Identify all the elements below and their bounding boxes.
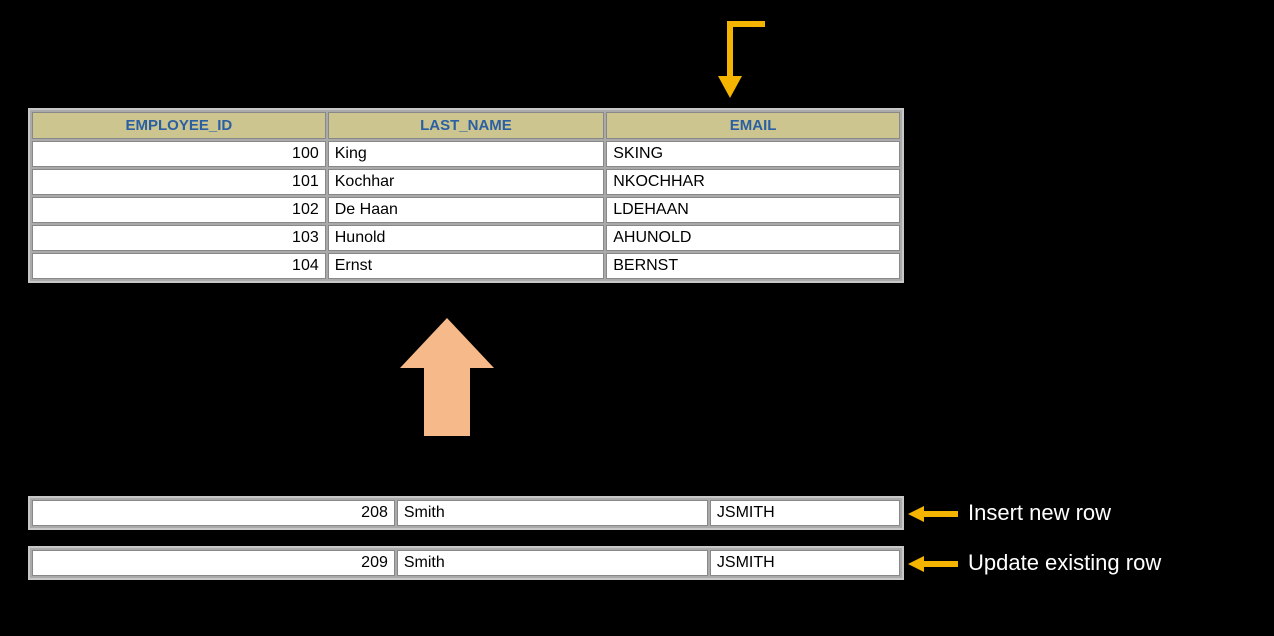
insert-row-table: 208 Smith JSMITH: [28, 496, 904, 530]
cell-email: JSMITH: [710, 550, 900, 576]
cell-employee-id: 101: [32, 169, 326, 195]
cell-last-name: Kochhar: [328, 169, 604, 195]
cell-email: LDEHAAN: [606, 197, 900, 223]
table-row: 209 Smith JSMITH: [32, 550, 900, 576]
update-row-table: 209 Smith JSMITH: [28, 546, 904, 580]
table-row: 101 Kochhar NKOCHHAR: [32, 169, 900, 195]
cell-email: NKOCHHAR: [606, 169, 900, 195]
cell-last-name: De Haan: [328, 197, 604, 223]
employees-table: EMPLOYEE_ID LAST_NAME EMAIL 100 King SKI…: [28, 108, 904, 283]
col-header-last-name: LAST_NAME: [328, 112, 604, 139]
table-row: 104 Ernst BERNST: [32, 253, 900, 279]
cell-employee-id: 103: [32, 225, 326, 251]
cell-employee-id: 208: [32, 500, 395, 526]
cell-employee-id: 100: [32, 141, 326, 167]
cell-last-name: Ernst: [328, 253, 604, 279]
table-row: 208 Smith JSMITH: [32, 500, 900, 526]
label-insert-row: Insert new row: [968, 500, 1111, 526]
table-header-row: EMPLOYEE_ID LAST_NAME EMAIL: [32, 112, 900, 139]
arrow-left-icon: [908, 554, 958, 574]
table-row: 103 Hunold AHUNOLD: [32, 225, 900, 251]
cell-last-name: Smith: [397, 500, 708, 526]
cell-last-name: Smith: [397, 550, 708, 576]
cell-employee-id: 104: [32, 253, 326, 279]
cell-employee-id: 209: [32, 550, 395, 576]
table-row: 100 King SKING: [32, 141, 900, 167]
col-header-employee-id: EMPLOYEE_ID: [32, 112, 326, 139]
arrow-up-icon: [400, 318, 494, 436]
cell-employee-id: 102: [32, 197, 326, 223]
cell-email: BERNST: [606, 253, 900, 279]
cell-email: JSMITH: [710, 500, 900, 526]
table-row: 102 De Haan LDEHAAN: [32, 197, 900, 223]
cell-last-name: Hunold: [328, 225, 604, 251]
col-header-email: EMAIL: [606, 112, 900, 139]
cell-last-name: King: [328, 141, 604, 167]
arrow-down-icon: [710, 20, 770, 100]
cell-email: SKING: [606, 141, 900, 167]
label-update-row: Update existing row: [968, 550, 1161, 576]
cell-email: AHUNOLD: [606, 225, 900, 251]
arrow-left-icon: [908, 504, 958, 524]
